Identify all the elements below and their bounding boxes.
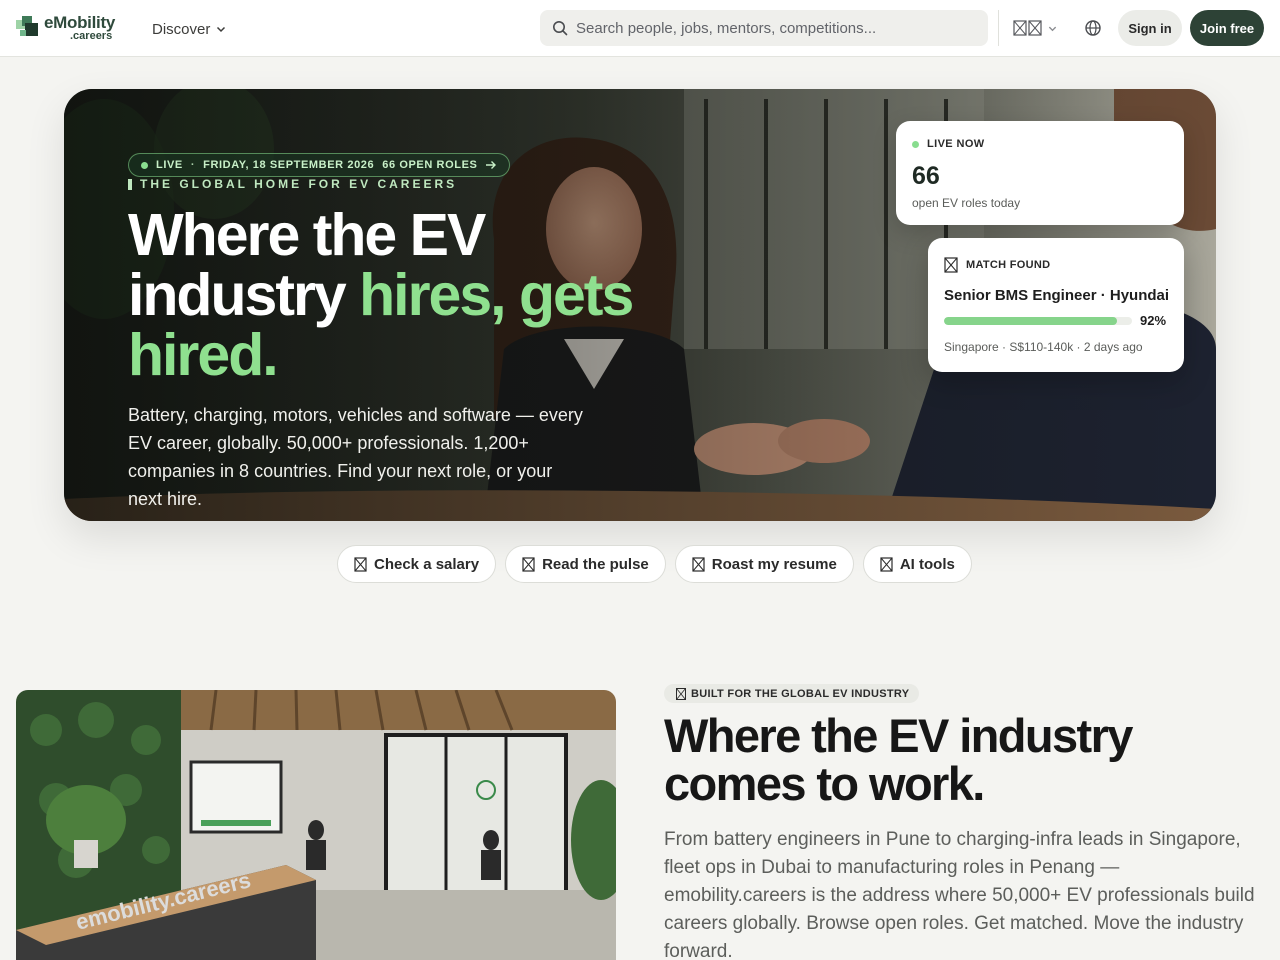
discover-menu[interactable]: Discover — [152, 19, 226, 39]
logo-domain: .careers — [70, 30, 113, 42]
hero-title-highlight-end: hired. — [128, 322, 279, 388]
match-icon — [944, 257, 958, 273]
sign-in-button[interactable]: Sign in — [1118, 10, 1182, 46]
search-bar[interactable] — [540, 10, 988, 46]
match-found-card[interactable]: MATCH FOUND Senior BMS Engineer · Hyunda… — [928, 238, 1184, 372]
hero-eyebrow: THE GLOBAL HOME FOR EV CAREERS — [128, 177, 457, 191]
hero-eyebrow-text: THE GLOBAL HOME FOR EV CAREERS — [140, 177, 458, 191]
hero-banner: LIVE · FRIDAY, 18 SEPTEMBER 2026 66 OPEN… — [64, 89, 1216, 521]
quick-actions: Check a salary Read the pulse Roast my r… — [337, 545, 972, 583]
live-card-label: LIVE NOW — [927, 138, 985, 150]
office-reception-photo: emobility.careers — [16, 690, 616, 960]
about-badge-text: BUILT FOR THE GLOBAL EV INDUSTRY — [691, 687, 910, 700]
chip-label: Read the pulse — [542, 555, 649, 573]
arrow-right-icon — [486, 161, 497, 169]
live-label: LIVE — [156, 159, 183, 171]
about-description: From battery engineers in Pune to chargi… — [664, 829, 1255, 960]
pill-separator: · — [190, 159, 196, 171]
language-icon — [1013, 20, 1042, 36]
live-card-caption: open EV roles today — [912, 196, 1021, 210]
ai-tools-icon — [880, 556, 893, 572]
live-card-header: LIVE NOW — [912, 138, 985, 150]
match-role-title: Senior BMS Engineer · Hyundai — [944, 287, 1170, 304]
match-card-header: MATCH FOUND — [944, 257, 1050, 273]
open-roles-count: 66 OPEN ROLES — [382, 159, 478, 171]
chevron-down-icon — [217, 26, 226, 33]
badge-icon — [676, 687, 686, 700]
match-progress-bar — [944, 317, 1132, 325]
hero-title: Where the EV industry hires, gets hired. — [128, 205, 728, 385]
join-free-button[interactable]: Join free — [1190, 10, 1264, 46]
hero-date: FRIDAY, 18 SEPTEMBER 2026 — [203, 159, 375, 171]
about-title: Where the EV industry comes to work. — [664, 709, 1133, 810]
search-input[interactable] — [576, 19, 976, 37]
match-meta: Singapore · S$110-140k · 2 days ago — [944, 340, 1143, 354]
live-dot-icon — [141, 161, 148, 169]
chip-label: Roast my resume — [711, 555, 837, 573]
pulse-icon — [522, 556, 535, 572]
brand-logo[interactable]: eMobility .careers — [16, 13, 128, 43]
salary-icon — [354, 556, 367, 572]
live-roles-card[interactable]: LIVE NOW 66 open EV roles today — [896, 121, 1184, 225]
ai-tools-chip[interactable]: AI tools — [862, 545, 972, 583]
check-salary-chip[interactable]: Check a salary — [337, 545, 497, 583]
live-card-count: 66 — [912, 162, 940, 190]
live-status-pill[interactable]: LIVE · FRIDAY, 18 SEPTEMBER 2026 66 OPEN… — [128, 153, 511, 177]
chip-label: AI tools — [899, 555, 955, 573]
globe-icon[interactable] — [1084, 19, 1102, 37]
nav-divider — [998, 10, 999, 46]
match-card-label: MATCH FOUND — [966, 259, 1051, 271]
read-pulse-chip[interactable]: Read the pulse — [505, 545, 666, 583]
chip-label: Check a salary — [374, 555, 480, 573]
resume-icon — [692, 556, 705, 572]
discover-label: Discover — [152, 20, 211, 38]
language-selector[interactable] — [1013, 18, 1057, 38]
eyebrow-bar-icon — [128, 178, 132, 190]
about-badge: BUILT FOR THE GLOBAL EV INDUSTRY — [664, 684, 920, 703]
match-progress-fill — [944, 317, 1117, 325]
search-icon — [553, 21, 568, 36]
chevron-down-icon — [1048, 26, 1057, 31]
match-percent: 92% — [1140, 313, 1167, 328]
hero-description: Battery, charging, motors, vehicles and … — [128, 405, 583, 509]
office-reception-illustration: emobility.careers — [16, 690, 616, 960]
hero-title-line2: industry — [128, 262, 360, 328]
top-nav: eMobility .careers Discover Sign in Join… — [0, 0, 1280, 57]
logo-mark-icon — [16, 16, 38, 36]
hero-title-highlight: hires, gets — [359, 262, 634, 328]
live-dot-icon — [912, 140, 919, 148]
hero-title-line1: Where the EV — [128, 202, 486, 268]
roast-resume-chip[interactable]: Roast my resume — [674, 545, 854, 583]
